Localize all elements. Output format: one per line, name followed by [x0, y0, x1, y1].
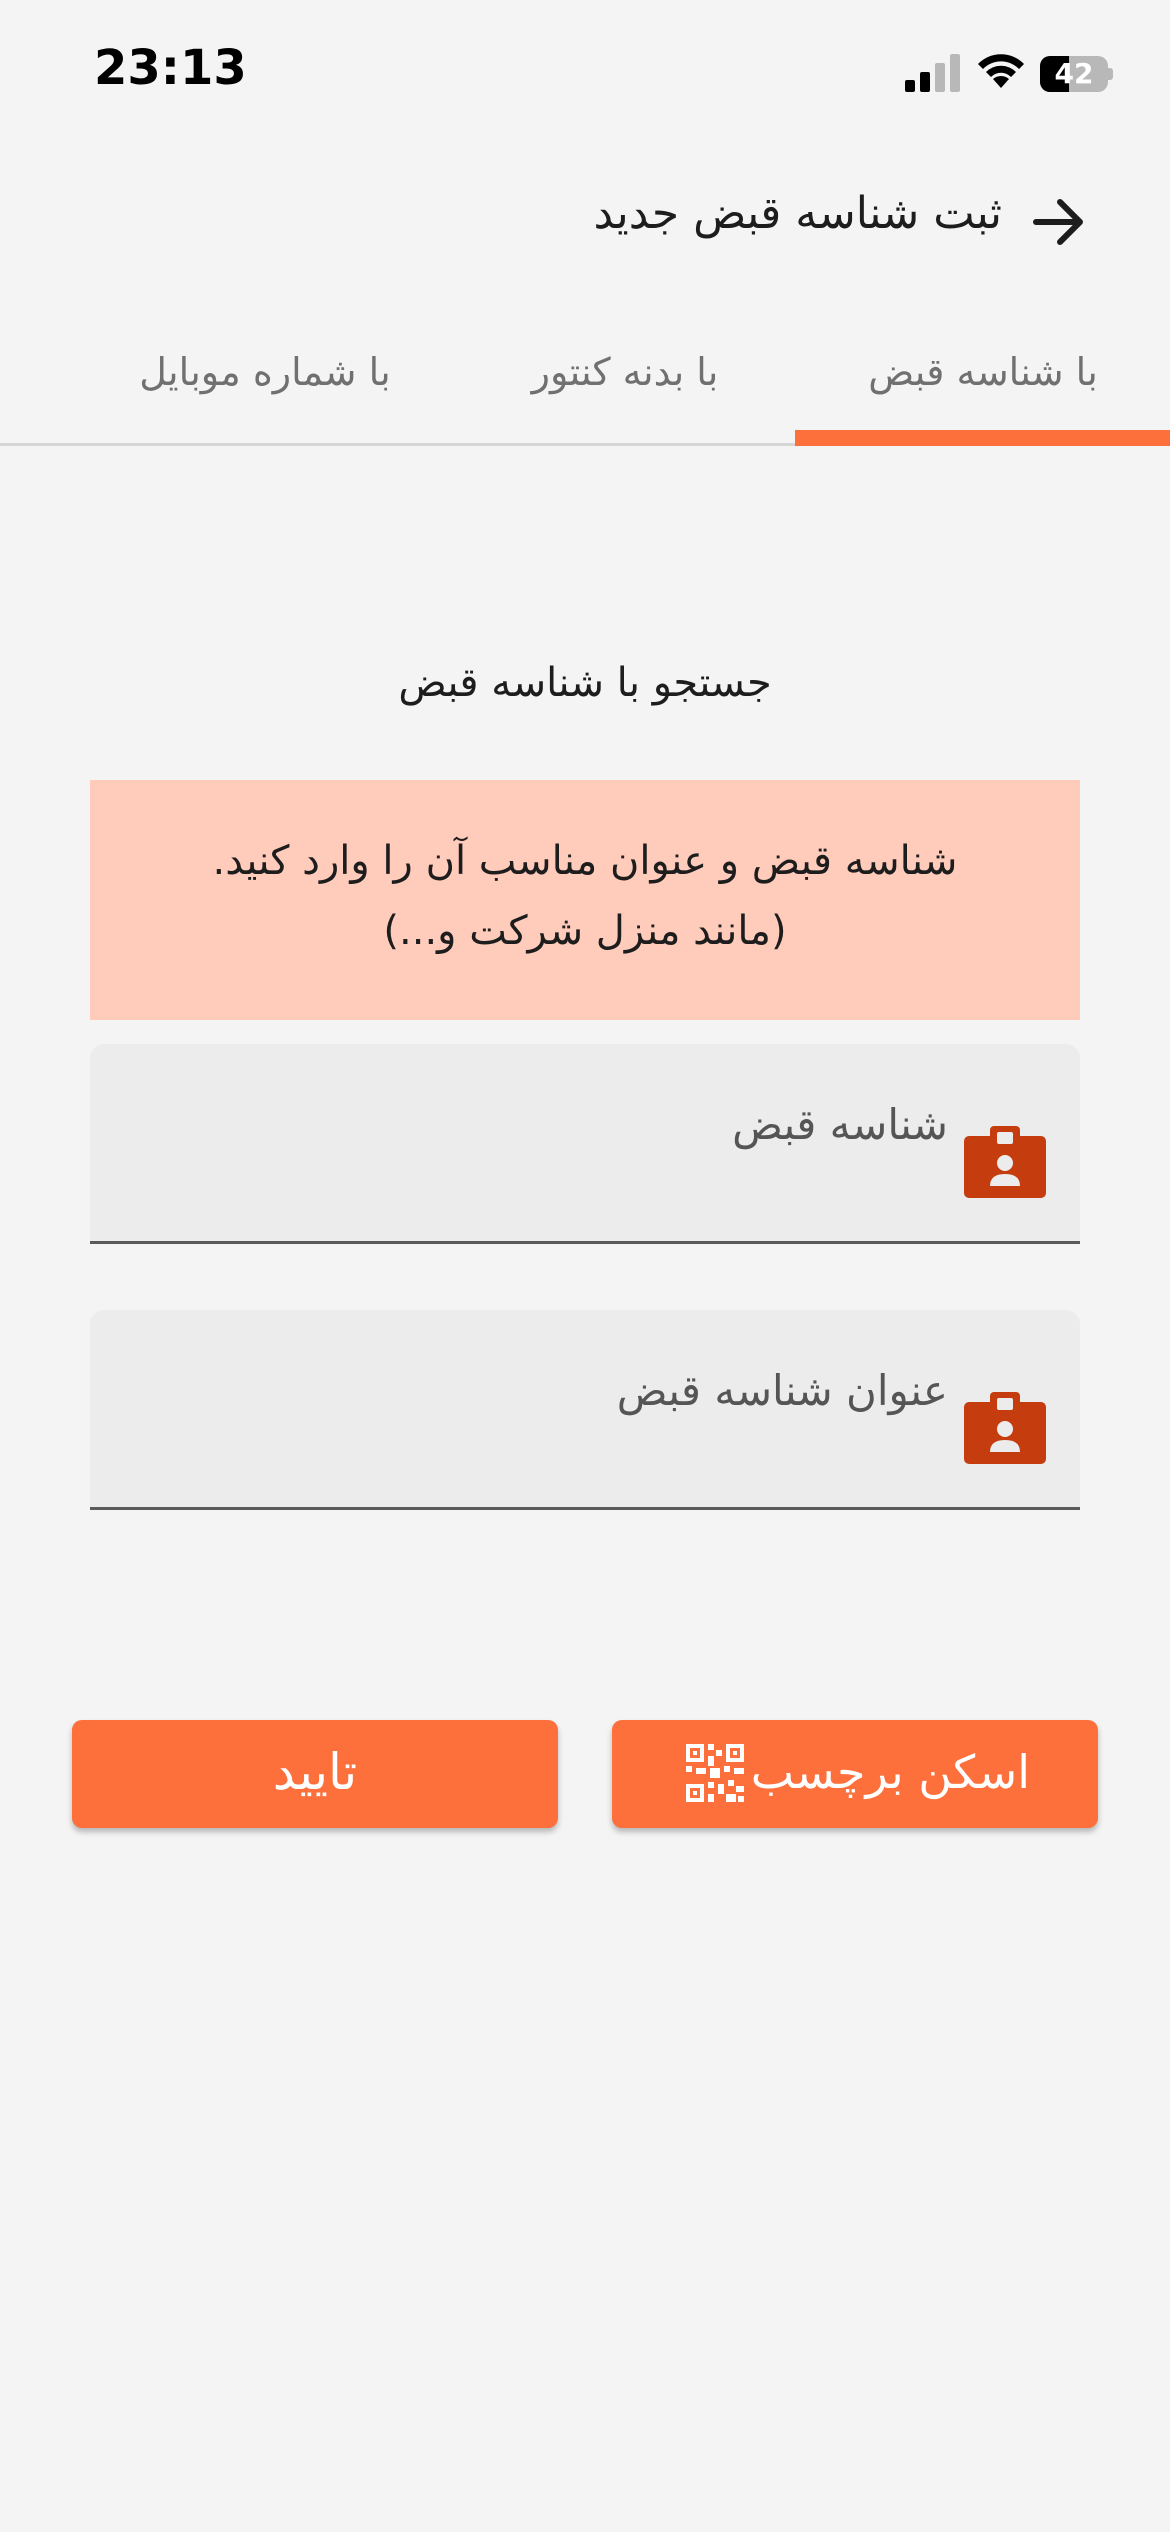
scan-label-button[interactable]: اسکن برچسب [612, 1720, 1098, 1828]
cellular-signal-icon [905, 54, 960, 92]
bill-title-field[interactable]: عنوان شناسه قبض [90, 1310, 1080, 1510]
arrow-right-icon[interactable] [1030, 192, 1090, 252]
status-time: 23:13 [94, 40, 247, 96]
confirm-button-text: تایید [272, 1743, 358, 1801]
notice-line-1: شناسه قبض و عنوان مناسب آن را وارد کنید. [212, 838, 958, 884]
active-tab-indicator [795, 430, 1170, 446]
tab-by-mobile-number[interactable]: با شماره موبایل [70, 322, 460, 446]
qr-code-icon [686, 1744, 744, 1802]
bill-id-field[interactable]: شناسه قبض [90, 1044, 1080, 1244]
confirm-button[interactable]: تایید [72, 1720, 558, 1828]
wifi-icon [978, 54, 1024, 88]
battery-indicator: 42 [1040, 56, 1113, 92]
bill-id-input[interactable] [120, 1154, 904, 1216]
section-title: جستجو با شناسه قبض [398, 660, 772, 706]
battery-level-text: 42 [1054, 57, 1094, 90]
scan-label-button-text: اسکن برچسب [750, 1745, 1030, 1799]
page-title: ثبت شناسه قبض جدید [593, 188, 1002, 239]
notice-box: شناسه قبض و عنوان مناسب آن را وارد کنید.… [90, 780, 1080, 1020]
app-header: ثبت شناسه قبض جدید [0, 170, 1170, 270]
bill-title-input[interactable] [120, 1420, 904, 1482]
bill-title-field-label: عنوان شناسه قبض [616, 1366, 948, 1415]
status-bar: 23:13 42 [0, 0, 1170, 150]
id-badge-icon [964, 1392, 1046, 1464]
tab-by-bill-id[interactable]: با شناسه قبض [796, 322, 1170, 446]
bill-id-field-label: شناسه قبض [732, 1100, 948, 1149]
tab-by-meter-body[interactable]: با بدنه کنتور [430, 322, 820, 446]
notice-line-2: (مانند منزل شرکت و...) [383, 908, 787, 954]
id-badge-icon [964, 1126, 1046, 1198]
tab-bar: با شناسه قبض با بدنه کنتور با شماره موبا… [0, 322, 1170, 446]
